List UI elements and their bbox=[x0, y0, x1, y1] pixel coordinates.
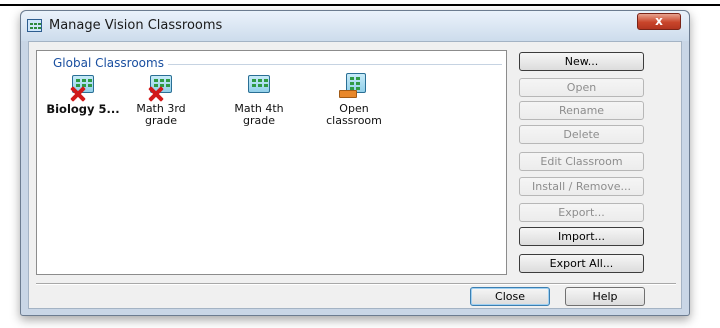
window-close-button[interactable]: x bbox=[637, 13, 681, 30]
missing-x-icon bbox=[148, 86, 164, 102]
rename-button[interactable]: Rename bbox=[519, 101, 644, 120]
manage-classrooms-dialog: Manage Vision Classrooms x Global Classr… bbox=[20, 10, 690, 316]
new-button[interactable]: New... bbox=[519, 52, 644, 71]
classroom-app-icon bbox=[27, 19, 42, 32]
window-title: Manage Vision Classrooms bbox=[49, 18, 223, 33]
classroom-item-open[interactable]: Open classroom bbox=[314, 71, 394, 127]
classroom-grid-icon bbox=[243, 71, 275, 101]
edit-classroom-button[interactable]: Edit Classroom bbox=[519, 152, 644, 171]
export-button[interactable]: Export... bbox=[519, 203, 644, 222]
open-classroom-icon bbox=[338, 71, 370, 101]
open-folder-icon bbox=[339, 90, 357, 98]
close-button[interactable]: Close bbox=[470, 287, 550, 306]
dialog-client-area: Global Classrooms Biology 5... Math 3rd … bbox=[28, 41, 682, 309]
group-title: Global Classrooms bbox=[49, 56, 168, 70]
classroom-label: Math 3rd grade bbox=[136, 102, 186, 127]
install-remove-button[interactable]: Install / Remove... bbox=[519, 177, 644, 196]
export-all-button[interactable]: Export All... bbox=[519, 254, 644, 273]
classroom-item-math-3rd[interactable]: Math 3rd grade bbox=[121, 71, 201, 127]
delete-button[interactable]: Delete bbox=[519, 125, 644, 144]
classroom-item-biology[interactable]: Biology 5... bbox=[43, 71, 123, 115]
classroom-label: Math 4th grade bbox=[234, 102, 284, 127]
missing-x-icon bbox=[70, 86, 86, 102]
footer-separator bbox=[36, 283, 676, 285]
classroom-grid-icon bbox=[145, 71, 177, 101]
global-classrooms-panel: Global Classrooms Biology 5... Math 3rd … bbox=[36, 50, 507, 275]
classroom-label: Open classroom bbox=[326, 102, 382, 127]
classroom-label: Biology 5... bbox=[46, 102, 120, 116]
classroom-item-math-4th[interactable]: Math 4th grade bbox=[219, 71, 299, 127]
title-bar[interactable]: Manage Vision Classrooms x bbox=[21, 11, 689, 41]
open-button[interactable]: Open bbox=[519, 78, 644, 97]
classroom-grid-icon bbox=[67, 71, 99, 101]
help-button[interactable]: Help bbox=[565, 287, 645, 306]
screenshot-top-rule bbox=[0, 4, 720, 6]
import-button[interactable]: Import... bbox=[519, 227, 644, 246]
